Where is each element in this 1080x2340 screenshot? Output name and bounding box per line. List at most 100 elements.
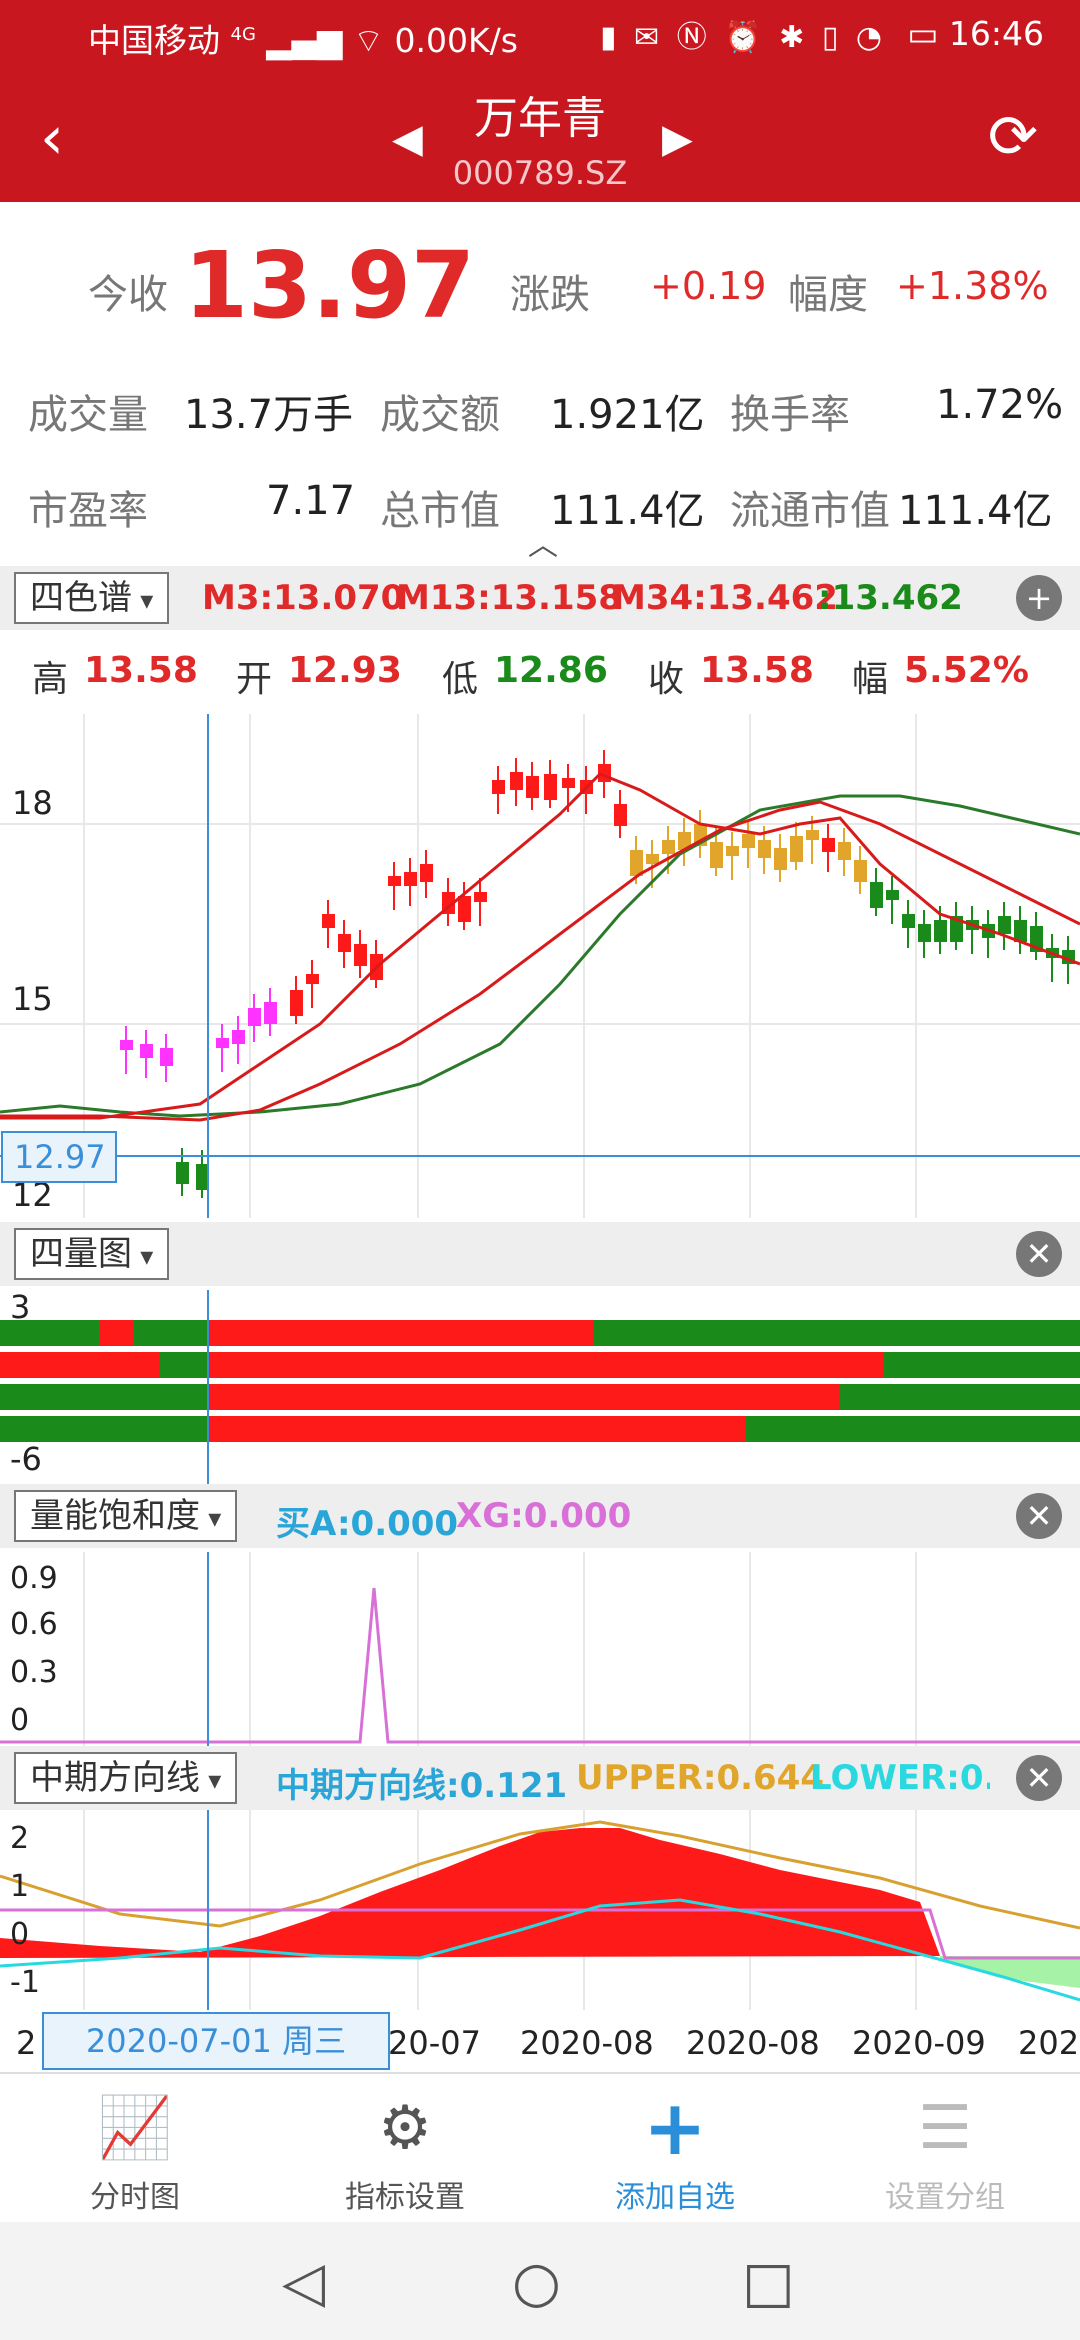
candle-body: [176, 1162, 189, 1184]
vol-row-1-red-b: [210, 1320, 594, 1346]
direction-selector[interactable]: 中期方向线: [14, 1752, 238, 1804]
app-header: ‹ ◀ 万年青 000789.SZ ▶ ⟳: [0, 72, 1080, 202]
candle-body: [232, 1030, 245, 1044]
dir-tick-0: 0: [10, 1917, 29, 1952]
xg-value: XG:0.000: [456, 1496, 632, 1536]
change-label: 涨跌: [510, 272, 590, 318]
nav-item-group-settings[interactable]: ☰ 设置分组: [810, 2074, 1080, 2224]
date-label-3: 2020-08: [686, 2024, 820, 2062]
saturation-toolbar: 量能饱和度 买A:0.000 XG:0.000 ✕: [0, 1484, 1080, 1548]
stock-code: 000789.SZ: [452, 154, 628, 192]
date-label-4: 2020-09: [852, 2024, 986, 2062]
vol-row-3-red: [210, 1384, 840, 1410]
candle-body: [420, 864, 433, 882]
direction-toolbar: 中期方向线 中期方向线:0.121 UPPER:0.644 LOWER:0.0 …: [0, 1746, 1080, 1810]
candle-body: [918, 924, 931, 942]
volume-label: 成交量: [28, 392, 148, 438]
kline-selector[interactable]: 四色谱: [14, 572, 170, 624]
close-value-2: 13.58: [700, 650, 814, 691]
sat-tick-0: 0: [10, 1703, 29, 1738]
close-label: 今收: [88, 272, 168, 318]
amp-label: 幅: [852, 659, 889, 700]
xg-line: [0, 1587, 1080, 1744]
candle-body: [742, 834, 755, 848]
candle-body: [758, 840, 771, 858]
nav-item-indicator-settings[interactable]: ⚙ 指标设置: [270, 2074, 540, 2224]
nav-label: 指标设置: [345, 2180, 465, 2215]
triangle-right-icon[interactable]: ▶: [662, 116, 693, 162]
nav-label: 添加自选: [615, 2180, 735, 2215]
pe-value: 7.17: [266, 478, 356, 524]
sat-tick-0.6: 0.6: [10, 1607, 58, 1642]
dir-tick-1: 1: [10, 1869, 29, 1904]
volume4-selector[interactable]: 四量图: [14, 1228, 170, 1280]
candle-body: [998, 916, 1011, 934]
amount-value: 1.921亿: [550, 392, 705, 438]
refresh-icon[interactable]: ⟳: [988, 102, 1038, 172]
caret-up-icon[interactable]: ︿: [528, 520, 558, 564]
candle-body: [474, 892, 487, 902]
change-value: +0.19: [650, 264, 767, 308]
ohlc-row: 高 13.58 开 12.93 低 12.86 收 13.58 幅 5.52%: [0, 634, 1080, 714]
candle-body: [710, 842, 723, 868]
close-icon[interactable]: ✕: [1016, 1493, 1062, 1539]
carrier-label: 中国移动 4G ▂▄▆ ⌔ 0.00K/s: [88, 21, 518, 60]
vol-row-4-red: [210, 1416, 746, 1442]
extra-value: :13.462: [818, 578, 963, 618]
plus-circle-icon[interactable]: +: [1016, 575, 1062, 621]
nav-item-add-watchlist[interactable]: + 添加自选: [540, 2074, 810, 2224]
saturation-chart: 0.9 0.6 0.3 0: [0, 1552, 1080, 1748]
turnover-value: 1.72%: [936, 382, 1064, 428]
candle-body: [726, 846, 739, 856]
back-triangle-icon[interactable]: ◁: [282, 2250, 325, 2315]
direction-main-value: 中期方向线:0.121: [276, 1766, 568, 1806]
vol-y-tick-bottom: -6: [10, 1440, 42, 1478]
candle-body: [306, 974, 319, 984]
float-value: 111.4亿: [898, 488, 1053, 534]
date-label-0: 2: [16, 2024, 37, 2062]
home-circle-icon[interactable]: ○: [512, 2250, 561, 2315]
volume4-toolbar: 四量图 ✕: [0, 1222, 1080, 1286]
date-label-1: 20-07: [388, 2024, 481, 2062]
line-chart-icon: 📈: [97, 2093, 173, 2163]
candle-body: [646, 854, 659, 864]
quote-panel: 今收 13.97 涨跌 +0.19 幅度 +1.38% 成交量 13.7万手 成…: [0, 202, 1080, 562]
close-price: 13.97: [184, 232, 476, 339]
float-label: 流通市值: [730, 488, 890, 534]
low-value: 12.86: [494, 650, 608, 691]
cursor-price: 12.97: [14, 1138, 106, 1176]
candle-body: [354, 944, 367, 966]
candle-body: [934, 920, 947, 942]
candle-body: [388, 876, 401, 886]
cursor-date-box: 2020-07-01 周三: [42, 2012, 390, 2070]
pct-value: +1.38%: [896, 264, 1049, 308]
nav-item-timeshare[interactable]: 📈 分时图: [0, 2074, 270, 2224]
candle-body: [322, 914, 335, 928]
ma-red-fast-line: [0, 772, 1080, 1120]
y-tick-15: 15: [12, 980, 53, 1018]
upper-value: UPPER:0.644: [576, 1758, 824, 1798]
candle-body: [886, 890, 899, 900]
volume4-chart: 3 -6: [0, 1290, 1080, 1484]
close-icon[interactable]: ✕: [1016, 1755, 1062, 1801]
candle-body: [290, 990, 303, 1016]
status-icons: ▮ ✉ Ⓝ ⏰ ✱ ▯ ◔: [600, 20, 887, 55]
direction-chart: 2 1 0 -1: [0, 1810, 1080, 2010]
high-value: 13.58: [84, 650, 198, 691]
m34-value: M34:13.462: [612, 578, 838, 618]
candle-body: [902, 914, 915, 928]
mktcap-value: 111.4亿: [550, 488, 705, 534]
dir-tick-minus1: -1: [10, 1965, 40, 2000]
close-label-2: 收: [648, 659, 685, 700]
dir-tick-2: 2: [10, 1821, 29, 1856]
stock-name: 万年青: [474, 93, 606, 144]
saturation-selector[interactable]: 量能饱和度: [14, 1490, 238, 1542]
candle-body: [404, 872, 417, 886]
recents-square-icon[interactable]: □: [742, 2250, 795, 2315]
lower-value: LOWER:0.0: [810, 1758, 990, 1798]
close-icon[interactable]: ✕: [1016, 1231, 1062, 1277]
candle-body: [614, 804, 627, 826]
kline-chart[interactable]: 18 15 12 12.97: [0, 714, 1080, 1218]
vol-row-1-red-a: [100, 1320, 134, 1346]
status-bar: 中国移动 4G ▂▄▆ ⌔ 0.00K/s ▮ ✉ Ⓝ ⏰ ✱ ▯ ◔ ▭ 16…: [0, 0, 1080, 72]
